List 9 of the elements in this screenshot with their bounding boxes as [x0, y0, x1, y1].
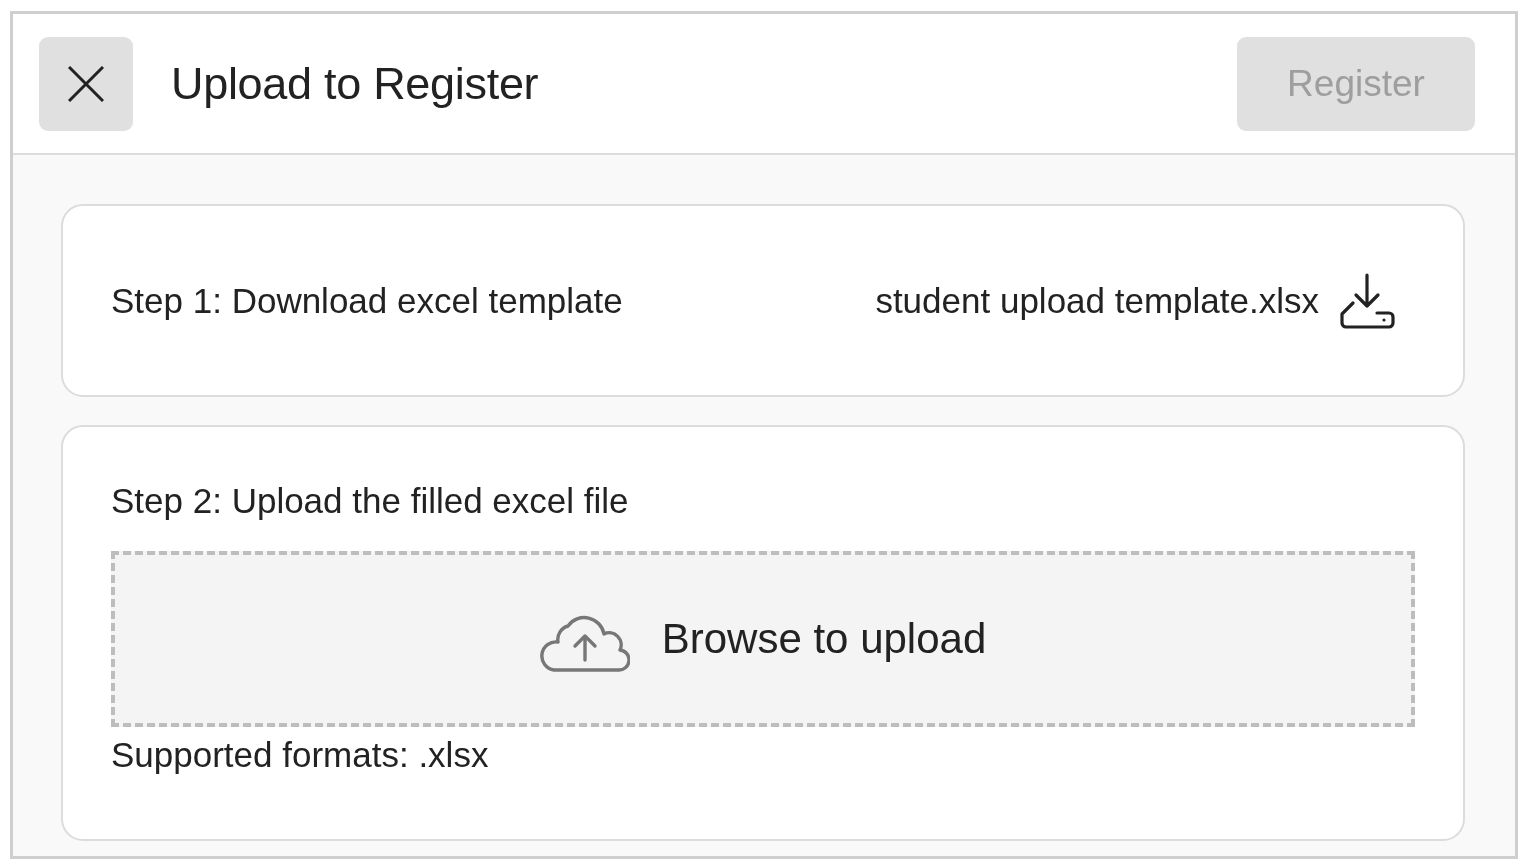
template-download-link[interactable]: student upload template.xlsx — [875, 272, 1395, 329]
upload-dropzone[interactable]: Browse to upload — [111, 551, 1415, 727]
close-icon — [68, 65, 104, 102]
step-label: Step 1: Download excel template — [111, 280, 623, 321]
step-label: Step 2: Upload the filled excel file — [111, 481, 630, 521]
download-icon — [1339, 272, 1395, 329]
supported-formats-text: Supported formats: .xlsx — [111, 735, 490, 775]
close-button[interactable] — [39, 36, 133, 131]
dialog-title: Upload to Register — [171, 57, 540, 110]
